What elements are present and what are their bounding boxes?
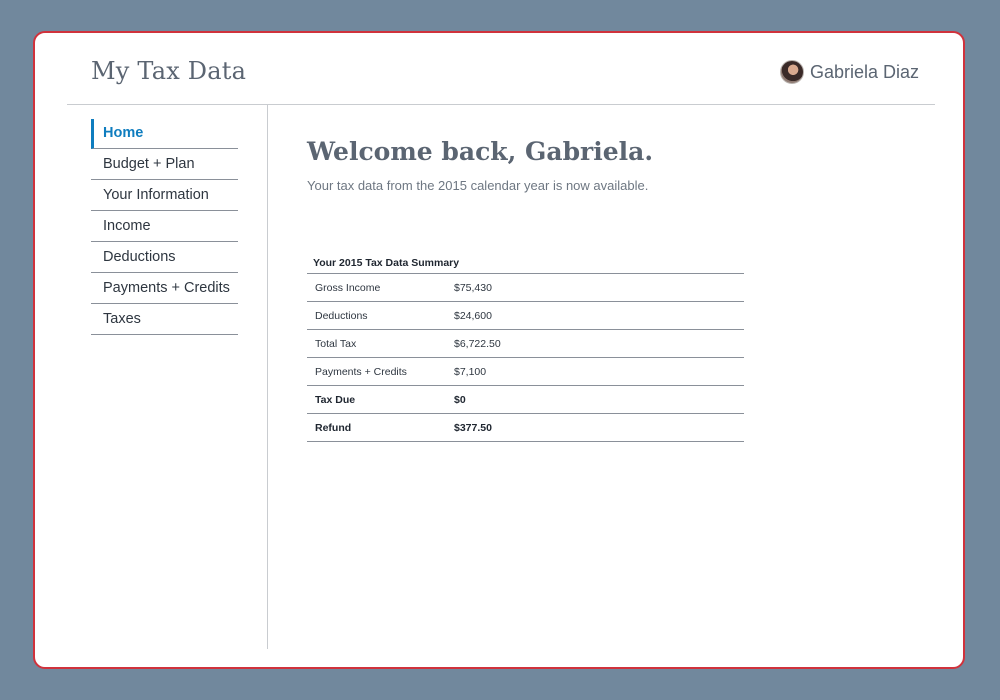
sidebar-item-home[interactable]: Home xyxy=(91,119,238,149)
sidebar-item-your-information[interactable]: Your Information xyxy=(91,180,238,211)
row-value: $6,722.50 xyxy=(446,329,744,358)
user-name[interactable]: Gabriela Diaz xyxy=(810,62,919,83)
sidebar-item-budget-plan[interactable]: Budget + Plan xyxy=(91,149,238,180)
sidebar: Home Budget + Plan Your Information Inco… xyxy=(67,105,268,649)
row-label: Tax Due xyxy=(307,385,446,414)
row-value: $75,430 xyxy=(446,274,744,302)
sidebar-item-deductions[interactable]: Deductions xyxy=(91,242,238,273)
row-label: Total Tax xyxy=(307,329,446,358)
row-label: Payments + Credits xyxy=(307,357,446,386)
row-label: Deductions xyxy=(307,301,446,330)
sidebar-item-taxes[interactable]: Taxes xyxy=(91,304,238,335)
table-row: Deductions $24,600 xyxy=(307,301,744,330)
table-row: Total Tax $6,722.50 xyxy=(307,329,744,358)
tax-summary-table: Your 2015 Tax Data Summary Gross Income … xyxy=(307,254,744,442)
header: My Tax Data Gabriela Diaz xyxy=(67,33,935,105)
row-label: Gross Income xyxy=(307,274,446,302)
sidebar-item-payments-credits[interactable]: Payments + Credits xyxy=(91,273,238,304)
sidebar-item-income[interactable]: Income xyxy=(91,211,238,242)
row-value: $24,600 xyxy=(446,301,744,330)
avatar[interactable] xyxy=(779,60,804,84)
table-row: Tax Due $0 xyxy=(307,385,744,414)
app-title: My Tax Data xyxy=(91,57,247,85)
sidebar-nav: Home Budget + Plan Your Information Inco… xyxy=(91,119,238,335)
table-row: Refund $377.50 xyxy=(307,413,744,442)
table-row: Gross Income $75,430 xyxy=(307,274,744,302)
row-value: $377.50 xyxy=(446,413,744,442)
app-window: My Tax Data Gabriela Diaz Home Budget + … xyxy=(33,31,965,669)
row-value: $0 xyxy=(446,385,744,414)
table-title: Your 2015 Tax Data Summary xyxy=(307,254,744,274)
row-value: $7,100 xyxy=(446,357,744,386)
row-label: Refund xyxy=(307,413,446,442)
user-menu[interactable]: Gabriela Diaz xyxy=(779,60,919,84)
page-subtitle: Your tax data from the 2015 calendar yea… xyxy=(307,178,649,193)
table-row: Payments + Credits $7,100 xyxy=(307,357,744,386)
page-title: Welcome back, Gabriela. xyxy=(307,137,654,166)
